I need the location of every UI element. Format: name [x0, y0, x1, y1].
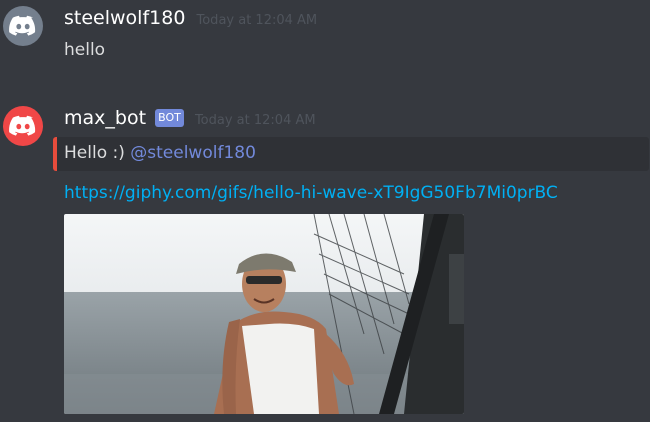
embed-text: Hello :) @steelwolf180: [64, 143, 256, 163]
timestamp: Today at 12:04 AM: [196, 13, 318, 28]
message-header: steelwolf180 Today at 12:04 AM: [64, 6, 317, 33]
embed-body: Hello :) @steelwolf180: [57, 137, 649, 171]
username[interactable]: max_bot: [64, 107, 146, 129]
message-header: max_bot BOT Today at 12:04 AM: [64, 106, 316, 133]
bot-tag: BOT: [155, 109, 184, 127]
chat-messages: steelwolf180 Today at 12:04 AM hello max…: [0, 0, 650, 422]
timestamp: Today at 12:04 AM: [194, 113, 316, 128]
embed: Hello :) @steelwolf180: [53, 137, 649, 171]
message-content: hello: [64, 40, 106, 60]
avatar[interactable]: [3, 6, 43, 46]
waving-man-gif-illustration: [64, 214, 464, 414]
gif-preview-image[interactable]: [64, 214, 464, 414]
user-mention[interactable]: @steelwolf180: [130, 143, 256, 163]
avatar[interactable]: [3, 106, 43, 146]
embed-greeting: Hello :): [64, 143, 125, 163]
discord-logo-icon: [9, 115, 36, 136]
discord-logo-icon: [9, 15, 36, 36]
username[interactable]: steelwolf180: [64, 7, 185, 29]
message: steelwolf180 Today at 12:04 AM hello: [0, 6, 650, 66]
gif-link[interactable]: https://giphy.com/gifs/hello-hi-wave-xT9…: [64, 183, 650, 203]
